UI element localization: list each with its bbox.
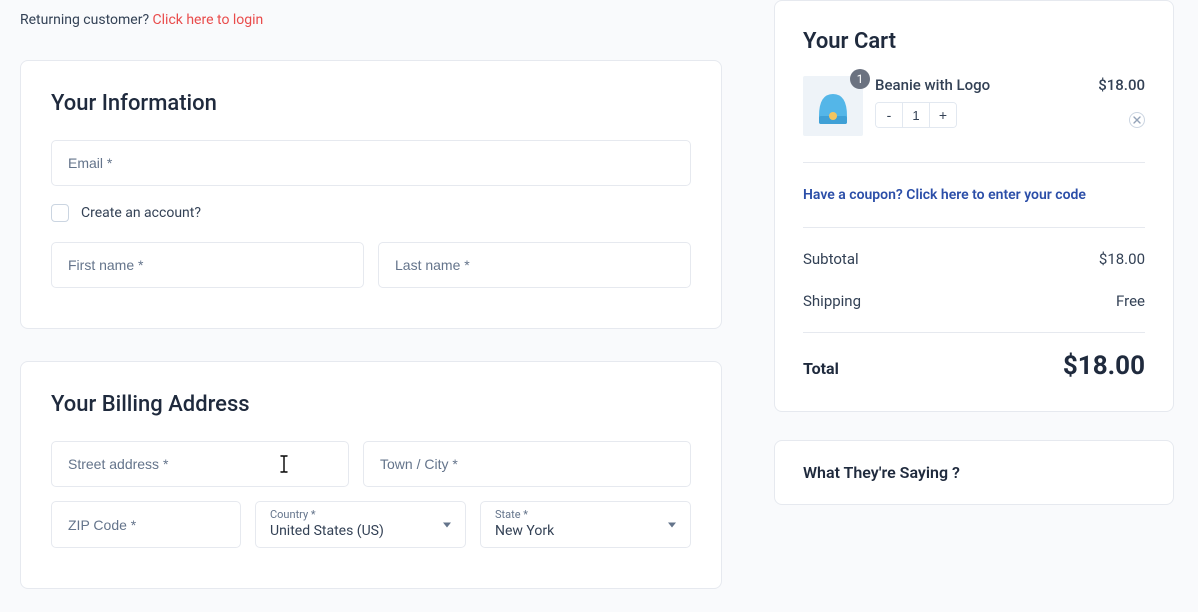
chevron-down-icon [443,522,451,527]
login-link[interactable]: Click here to login [153,12,264,28]
quantity-stepper: - + [875,102,957,128]
chevron-down-icon [668,522,676,527]
billing-address-card: Your Billing Address Country * United St… [20,361,722,589]
returning-customer-prompt: Returning customer? Click here to login [20,0,722,28]
country-select[interactable]: Country * United States (US) [255,501,466,548]
beanie-icon [815,86,851,126]
coupon-row: Have a coupon? Click here to enter your … [803,163,1145,227]
town-city-field[interactable] [363,441,691,487]
cart-item: 1 Beanie with Logo - + $18.00 [803,76,1145,162]
subtotal-row: Subtotal $18.00 [803,238,1145,280]
shipping-label: Shipping [803,292,861,310]
your-information-heading: Your Information [51,91,691,116]
country-value: United States (US) [270,523,451,539]
testimonials-heading: What They're Saying ? [803,463,1145,482]
billing-heading: Your Billing Address [51,392,691,417]
state-value: New York [495,523,676,539]
create-account-checkbox[interactable] [51,204,69,222]
total-label: Total [803,359,839,378]
country-label: Country * [270,508,451,521]
state-select[interactable]: State * New York [480,501,691,548]
create-account-label: Create an account? [81,205,201,221]
product-name: Beanie with Logo [875,76,1073,94]
first-name-field[interactable] [51,242,364,288]
cart-heading: Your Cart [803,29,1145,54]
quantity-input[interactable] [902,103,930,127]
subtotal-value: $18.00 [1099,250,1145,268]
subtotal-label: Subtotal [803,250,859,268]
your-information-card: Your Information Create an account? [20,60,722,329]
shipping-value: Free [1116,292,1145,310]
email-field[interactable] [51,140,691,186]
state-label: State * [495,508,676,521]
shipping-row: Shipping Free [803,280,1145,322]
street-address-field[interactable] [51,441,349,487]
close-icon [1133,116,1141,124]
quantity-badge: 1 [850,69,870,89]
decrement-button[interactable]: - [876,103,902,127]
testimonials-card: What They're Saying ? [774,440,1174,505]
increment-button[interactable]: + [930,103,956,127]
cart-card: Your Cart 1 Beanie with Logo - + [774,0,1174,412]
coupon-link[interactable]: Have a coupon? Click here to enter your … [803,187,1086,203]
product-thumbnail: 1 [803,76,863,136]
remove-item-button[interactable] [1129,112,1145,128]
total-value: $18.00 [1063,351,1145,381]
zip-code-field[interactable] [51,501,241,548]
total-row: Total $18.00 [803,333,1145,381]
last-name-field[interactable] [378,242,691,288]
returning-text: Returning customer? [20,12,153,28]
